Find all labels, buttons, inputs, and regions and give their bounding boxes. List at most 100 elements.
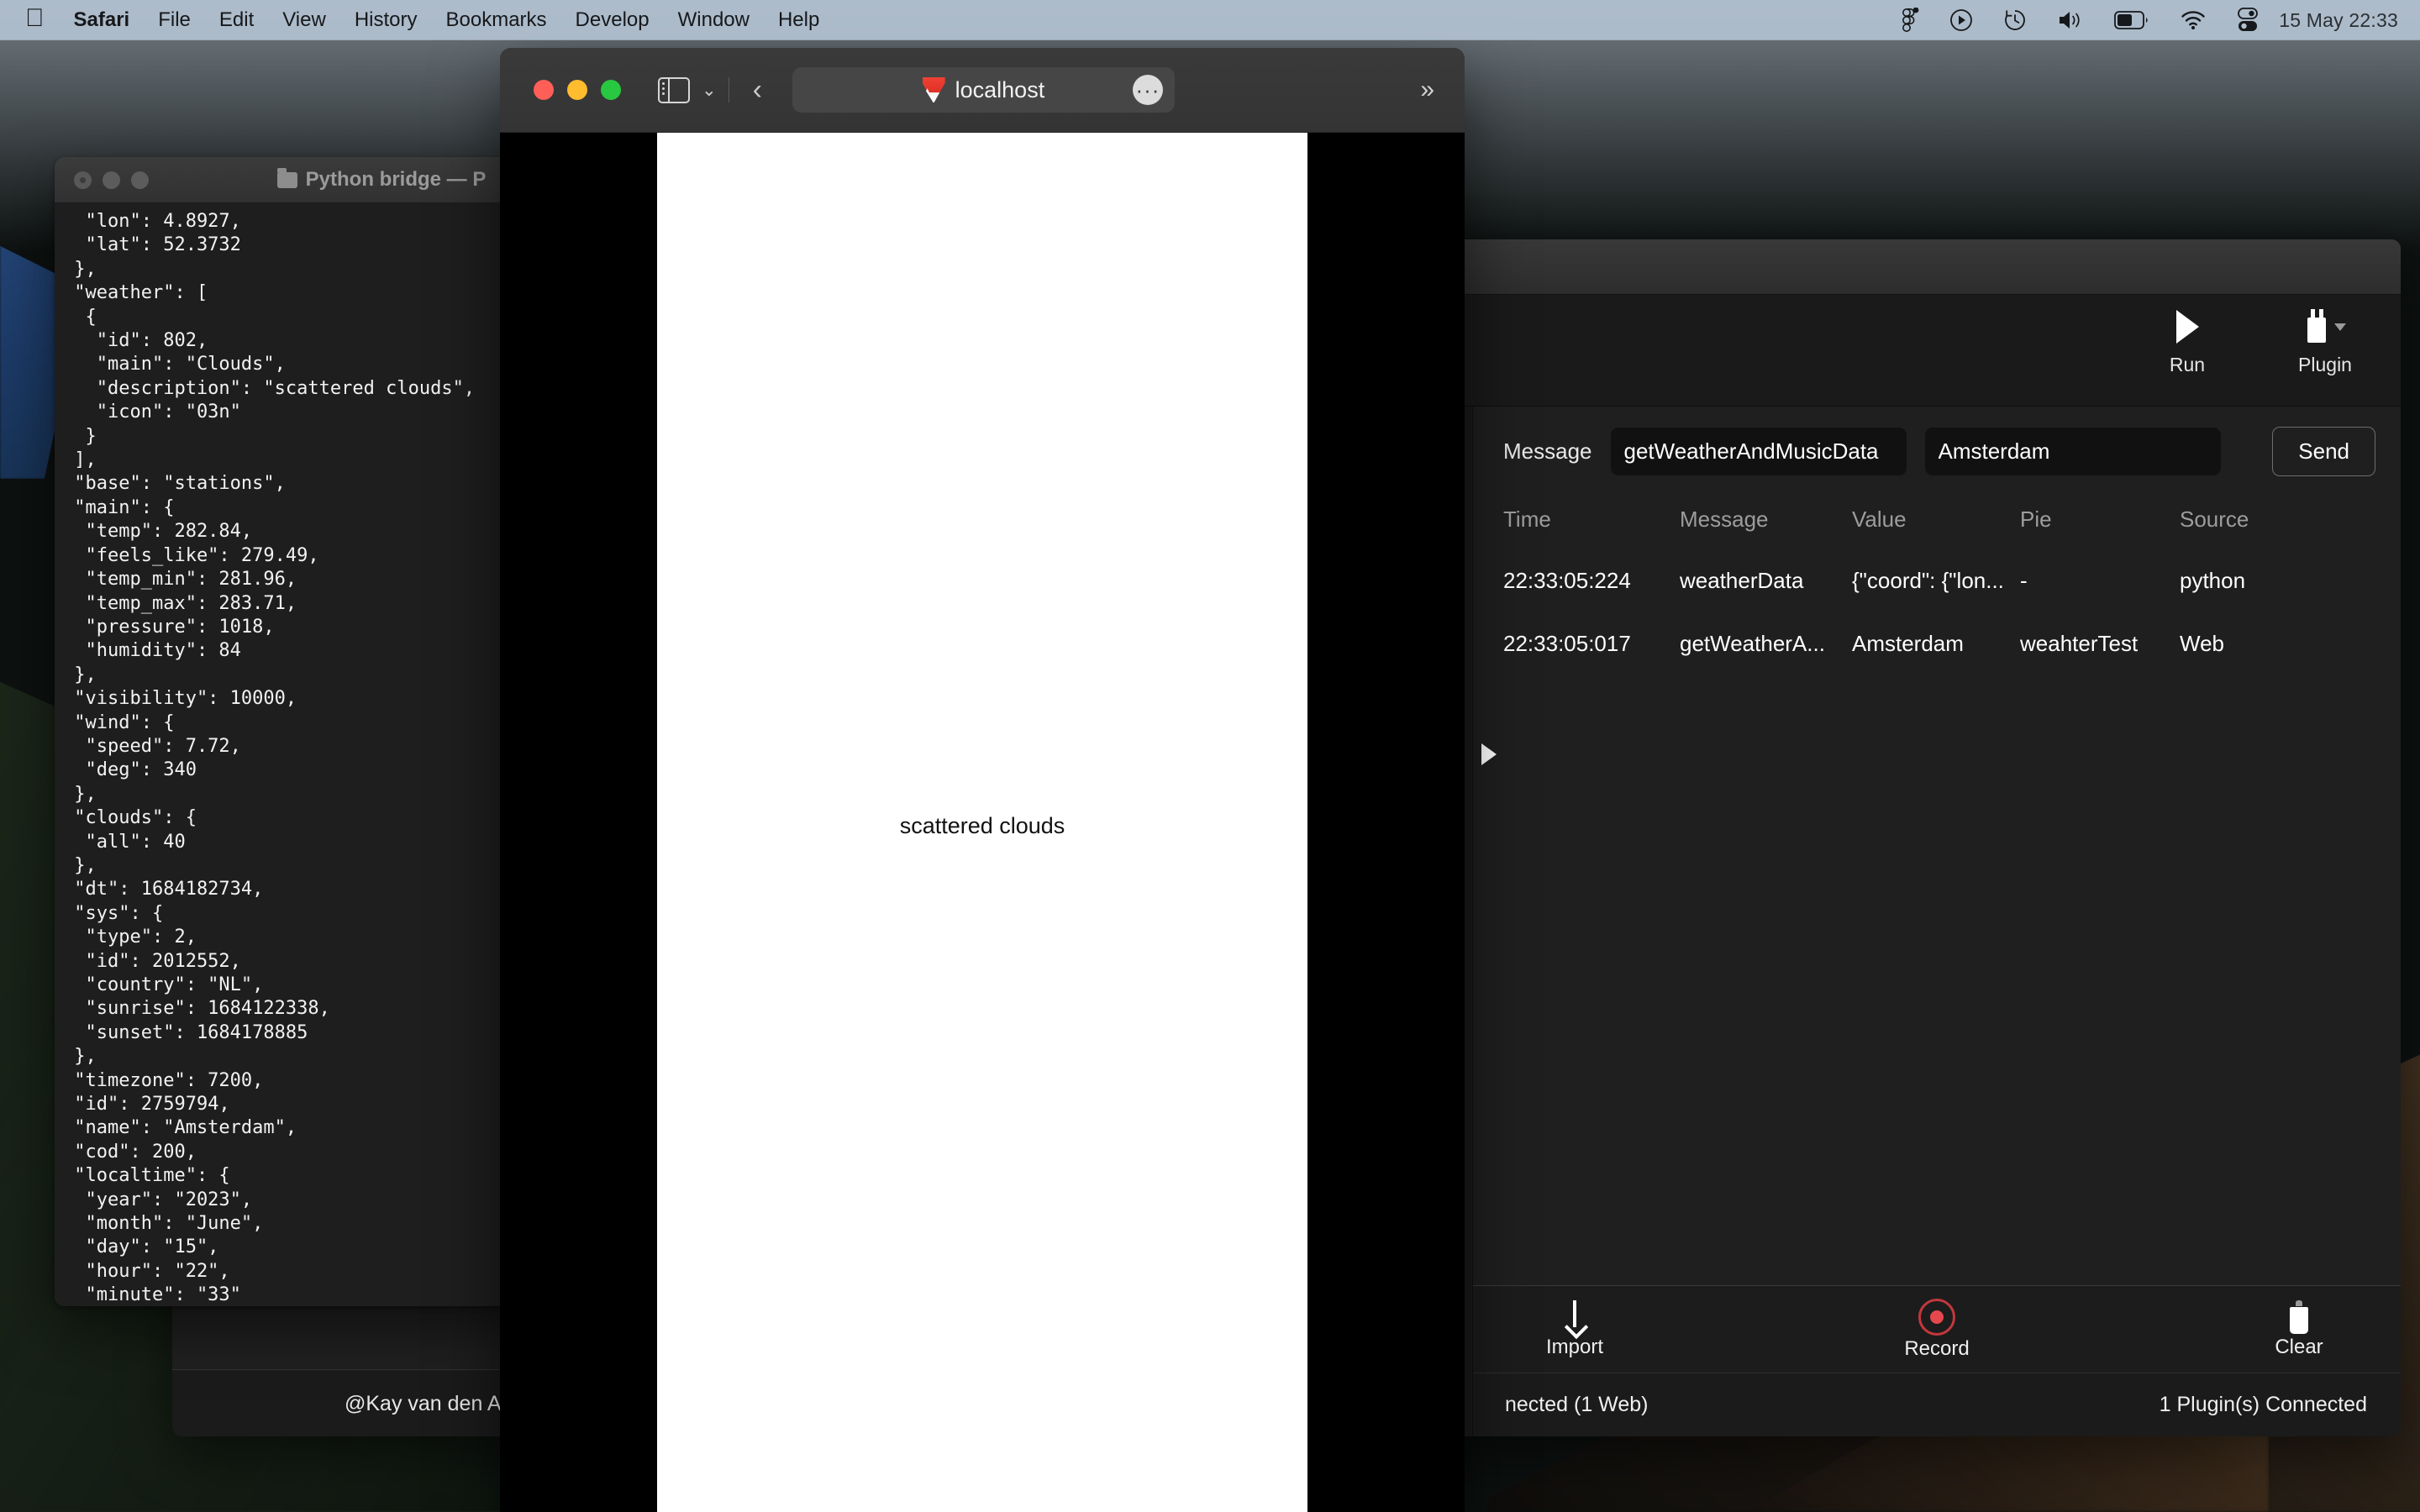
menu-item-window[interactable]: Window: [664, 0, 764, 40]
message-log-table: Time Message Value Pie Source 22:33:05:2…: [1473, 495, 2401, 675]
minimize-button[interactable]: [567, 80, 587, 100]
safari-window-controls[interactable]: [520, 80, 621, 100]
import-button-label: Import: [1545, 1335, 1603, 1358]
arrow-down-icon: [1564, 1299, 1586, 1334]
macos-menu-bar:  Safari File Edit View History Bookmark…: [0, 0, 2420, 40]
figma-icon[interactable]: [1886, 0, 1934, 40]
table-row[interactable]: 22:33:05:224 weatherData {"coord": {"lon…: [1473, 549, 2401, 612]
address-bar-menu-icon[interactable]: ···: [1132, 75, 1163, 105]
time-machine-icon[interactable]: [1988, 0, 2042, 40]
menu-item-view[interactable]: View: [268, 0, 340, 40]
terminal-output: "lon": 4.8927, "lat": 52.3732 }, "weathe…: [55, 203, 549, 1306]
terminal-titlebar[interactable]: Python bridge — P: [55, 157, 549, 203]
folder-icon: [276, 167, 297, 188]
cell-value: {"coord": {"lon...: [1852, 568, 2004, 593]
message-bar: Message Send: [1473, 407, 2401, 495]
terminal-title: Python bridge — P: [305, 168, 487, 191]
chevron-down-icon: [2334, 323, 2346, 331]
record-circle-icon: [1918, 1298, 1955, 1336]
message-value-input[interactable]: [1924, 428, 2221, 475]
message-log-table-wrap: Time Message Value Pie Source 22:33:05:2…: [1473, 495, 2401, 1285]
menu-item-help[interactable]: Help: [764, 0, 834, 40]
menu-bar-left:  Safari File Edit View History Bookmark…: [0, 0, 834, 40]
safari-page: scattered clouds: [500, 133, 1465, 1512]
address-bar-url: localhost: [955, 76, 1045, 102]
trash-icon: [2286, 1299, 2312, 1334]
table-header: Time Message Value Pie Source: [1473, 495, 2401, 549]
address-bar[interactable]: localhost ···: [792, 67, 1175, 113]
run-button-label: Run: [2169, 354, 2206, 375]
cell-time: 22:33:05:017: [1503, 631, 1631, 656]
column-header-value[interactable]: Value: [1852, 495, 2020, 549]
bridge-main-panel: Message Send Time Message Value Pie: [1473, 407, 2401, 1436]
column-header-pie[interactable]: Pie: [2020, 495, 2180, 549]
cell-time: 22:33:05:224: [1503, 568, 1631, 593]
row-expand-play-icon[interactable]: [1481, 743, 1497, 765]
clear-button-label: Clear: [2275, 1335, 2323, 1358]
apple-logo-icon[interactable]: : [22, 6, 60, 31]
close-button[interactable]: [534, 80, 554, 100]
screen: @Kay van den Ak Python bridge — P "lon":…: [0, 0, 2420, 1512]
control-center-icon[interactable]: [2222, 0, 2274, 40]
battery-icon[interactable]: [2099, 0, 2165, 40]
site-favicon-icon: [922, 77, 945, 102]
page-right-letterbox: [1307, 133, 1465, 1512]
table-body: 22:33:05:224 weatherData {"coord": {"lon…: [1473, 549, 2401, 675]
play-icon: [2175, 303, 2199, 350]
cell-message: getWeatherA...: [1680, 631, 1825, 656]
menu-item-history[interactable]: History: [340, 0, 432, 40]
message-label: Message: [1503, 438, 1592, 464]
menu-item-edit[interactable]: Edit: [205, 0, 268, 40]
more-toolbar-items-icon[interactable]: »: [1420, 76, 1444, 104]
terminal-title-wrap: Python bridge — P: [55, 167, 549, 192]
menu-bar-clock[interactable]: 15 May 22:33: [2274, 9, 2398, 32]
message-name-input[interactable]: [1610, 428, 1907, 475]
cell-value: Amsterdam: [1852, 631, 1964, 656]
import-button[interactable]: Import: [1512, 1299, 1638, 1359]
menu-item-file[interactable]: File: [144, 0, 205, 40]
status-connections: nected (1 Web): [1505, 1393, 1649, 1416]
safari-window[interactable]: ⌄ ‹ localhost ··· » scattered clouds: [500, 48, 1465, 1512]
plug-icon: [2304, 303, 2346, 350]
column-header-message[interactable]: Message: [1680, 495, 1852, 549]
menu-item-develop[interactable]: Develop: [561, 0, 664, 40]
plugin-button-label: Plugin: [2298, 354, 2352, 375]
volume-icon[interactable]: [2042, 0, 2099, 40]
run-button[interactable]: Run: [2137, 303, 2238, 376]
bridge-bottom-toolbar: Import Record Clear: [1473, 1285, 2401, 1373]
menu-item-bookmarks[interactable]: Bookmarks: [432, 0, 561, 40]
table-row[interactable]: 22:33:05:017 getWeatherA... Amsterdam we…: [1473, 612, 2401, 675]
bridge-titlebar[interactable]: [1439, 239, 2401, 295]
bridge-app-window[interactable]: Run Plugin Message getWeatherAndMusicDat…: [1439, 239, 2401, 1436]
sidebar-icon: [658, 76, 690, 103]
table-header-row: Time Message Value Pie Source: [1473, 495, 2401, 549]
cell-source: python: [2180, 568, 2246, 593]
page-content: scattered clouds: [657, 133, 1307, 1512]
sidebar-toggle-button[interactable]: ⌄: [658, 76, 717, 103]
cell-message: weatherData: [1680, 568, 1804, 593]
cell-pie: -: [2020, 568, 2028, 593]
status-plugins: 1 Plugin(s) Connected: [2159, 1393, 2367, 1416]
chevron-down-icon[interactable]: ⌄: [702, 81, 717, 99]
plugin-button[interactable]: Plugin: [2275, 303, 2375, 376]
bridge-body: Message Send Time Message Value Pie: [1439, 407, 2401, 1436]
cell-pie: weahterTest: [2020, 631, 2139, 656]
back-button[interactable]: ‹: [753, 76, 762, 104]
send-button[interactable]: Send: [2272, 427, 2375, 476]
cell-source: Web: [2180, 631, 2224, 656]
column-header-source[interactable]: Source: [2180, 495, 2401, 549]
column-header-time[interactable]: Time: [1473, 495, 1680, 549]
bridge-toolbar: Run Plugin: [1439, 295, 2401, 407]
record-button[interactable]: Record: [1874, 1298, 2000, 1361]
safari-toolbar: ⌄ ‹ localhost ··· »: [500, 48, 1465, 133]
terminal-window[interactable]: Python bridge — P "lon": 4.8927, "lat": …: [55, 157, 549, 1306]
menu-bar-status-area: 15 May 22:33: [1886, 0, 2420, 40]
clear-button[interactable]: Clear: [2236, 1299, 2362, 1359]
wifi-icon[interactable]: [2165, 0, 2222, 40]
menu-item-safari[interactable]: Safari: [60, 0, 145, 40]
weather-description-text: scattered clouds: [899, 813, 1065, 838]
zoom-button[interactable]: [601, 80, 621, 100]
play-circle-icon[interactable]: [1934, 0, 1988, 40]
bridge-status-bar: nected (1 Web) 1 Plugin(s) Connected: [1473, 1373, 2401, 1436]
background-app-status-text: @Kay van den Ak: [345, 1391, 513, 1415]
